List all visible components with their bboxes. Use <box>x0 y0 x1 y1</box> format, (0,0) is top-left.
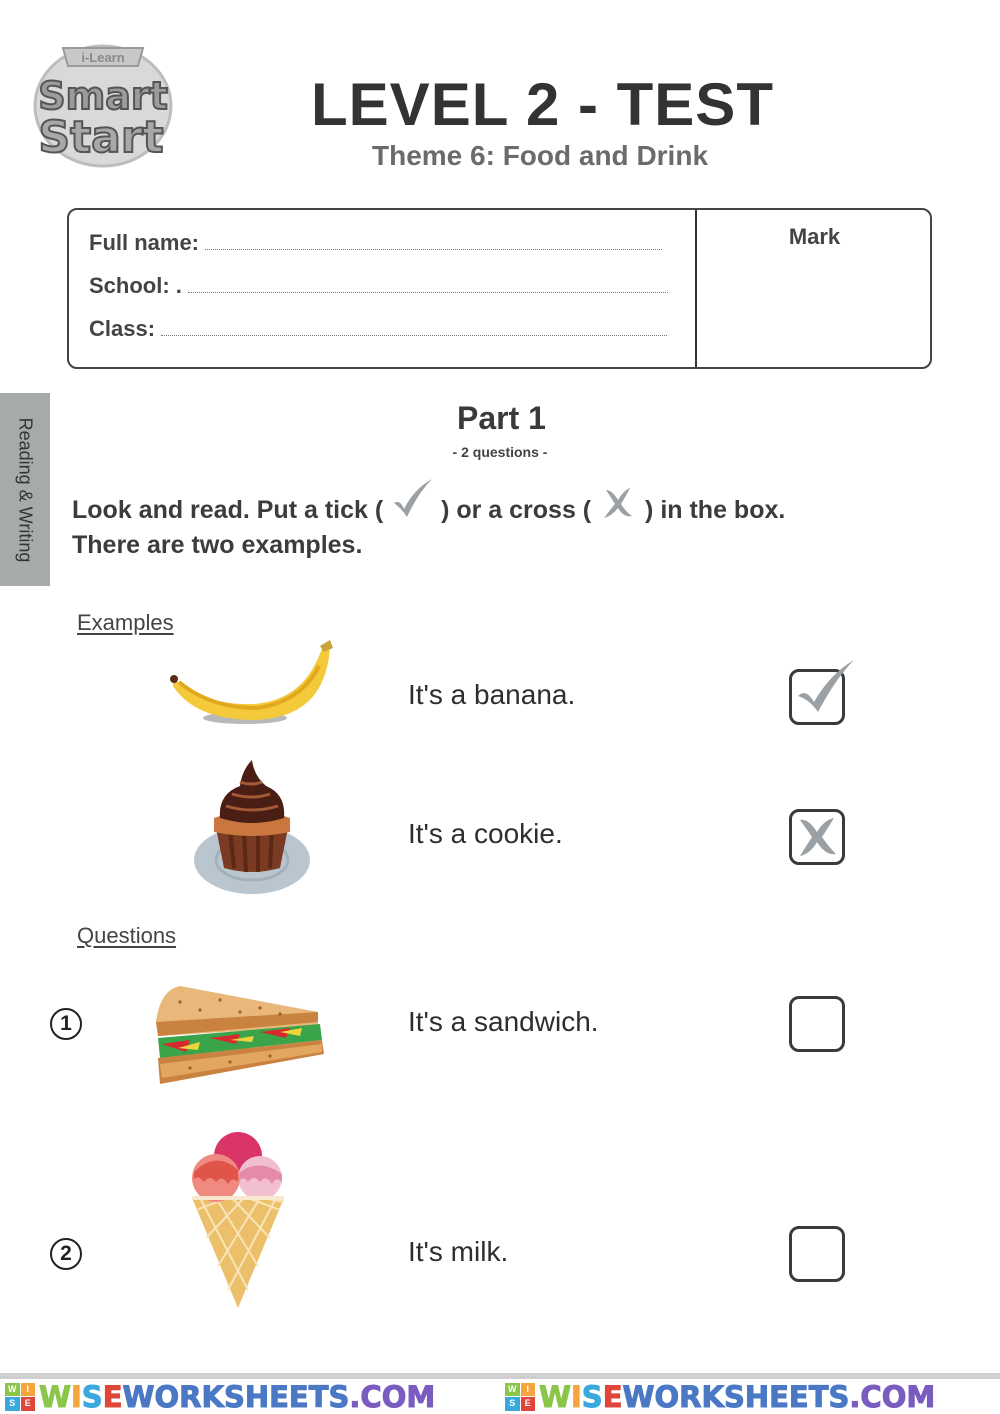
mark-label: Mark <box>788 224 841 249</box>
class-field[interactable]: Class: <box>89 316 668 342</box>
instruction-text-b: ) or a cross ( <box>441 496 592 525</box>
sandwich-picture <box>150 982 325 1090</box>
instruction-line-2: There are two examples. <box>72 531 363 559</box>
wise-badge-icon: W I S E <box>5 1382 35 1411</box>
full-name-input-line[interactable] <box>205 249 663 250</box>
question-1-answer-box[interactable] <box>789 996 845 1052</box>
side-tab-label: Reading & Writing <box>15 417 36 562</box>
class-input-line[interactable] <box>161 335 668 336</box>
example-2-sentence: It's a cookie. <box>408 818 563 849</box>
banana-picture <box>165 636 335 731</box>
brand-watermark[interactable]: W I S E WISEWORKSHEETS.COM <box>0 1379 500 1414</box>
student-info-box: Full name: School: . Class: Mark <box>67 208 932 369</box>
brand-watermark[interactable]: W I S E WISEWORKSHEETS.COM <box>500 1379 1000 1414</box>
tick-icon <box>796 660 856 720</box>
instruction-text-c: ) in the box. <box>645 496 786 525</box>
brand-text: WISEWORKSHEETS.COM <box>539 1379 936 1414</box>
brand-text: WISEWORKSHEETS.COM <box>39 1379 436 1414</box>
class-label: Class: <box>89 316 156 341</box>
cupcake-picture <box>190 756 315 896</box>
footer-divider <box>0 1373 1000 1379</box>
example-1-sentence: It's a banana. <box>408 679 576 710</box>
svg-text:i-Learn: i-Learn <box>81 50 124 65</box>
page-title: LEVEL 2 - TEST <box>311 71 774 138</box>
ice-cream-picture <box>186 1130 290 1310</box>
question-2-sentence: It's milk. <box>408 1236 509 1267</box>
part-title: Part 1 <box>457 400 546 436</box>
question-1-number: 1 <box>50 1008 82 1040</box>
tick-icon <box>390 479 434 526</box>
part-question-count: - 2 questions - <box>452 444 548 460</box>
question-2-answer-box[interactable] <box>789 1226 845 1282</box>
question-1-sentence: It's a sandwich. <box>408 1006 599 1037</box>
page-subtitle: Theme 6: Food and Drink <box>371 140 709 171</box>
wise-badge-icon: W I S E <box>505 1382 535 1411</box>
school-label: School: . <box>89 273 182 298</box>
questions-label: Questions <box>77 923 177 948</box>
example-2-answer-box[interactable] <box>789 809 845 865</box>
cross-icon <box>598 488 638 527</box>
question-2-number: 2 <box>50 1238 82 1270</box>
school-input-line[interactable] <box>187 292 668 293</box>
footer-watermark: W I S E WISEWORKSHEETS.COM W I S E WISEW… <box>0 1379 1000 1414</box>
cross-icon <box>800 818 836 856</box>
full-name-field[interactable]: Full name: <box>89 230 663 256</box>
full-name-label: Full name: <box>89 230 200 255</box>
instruction-text-a: Look and read. Put a tick ( <box>72 496 384 525</box>
school-field[interactable]: School: . <box>89 273 668 299</box>
examples-label: Examples <box>77 610 174 635</box>
instruction-line-1: Look and read. Put a tick ( ) or a cross… <box>72 479 786 527</box>
